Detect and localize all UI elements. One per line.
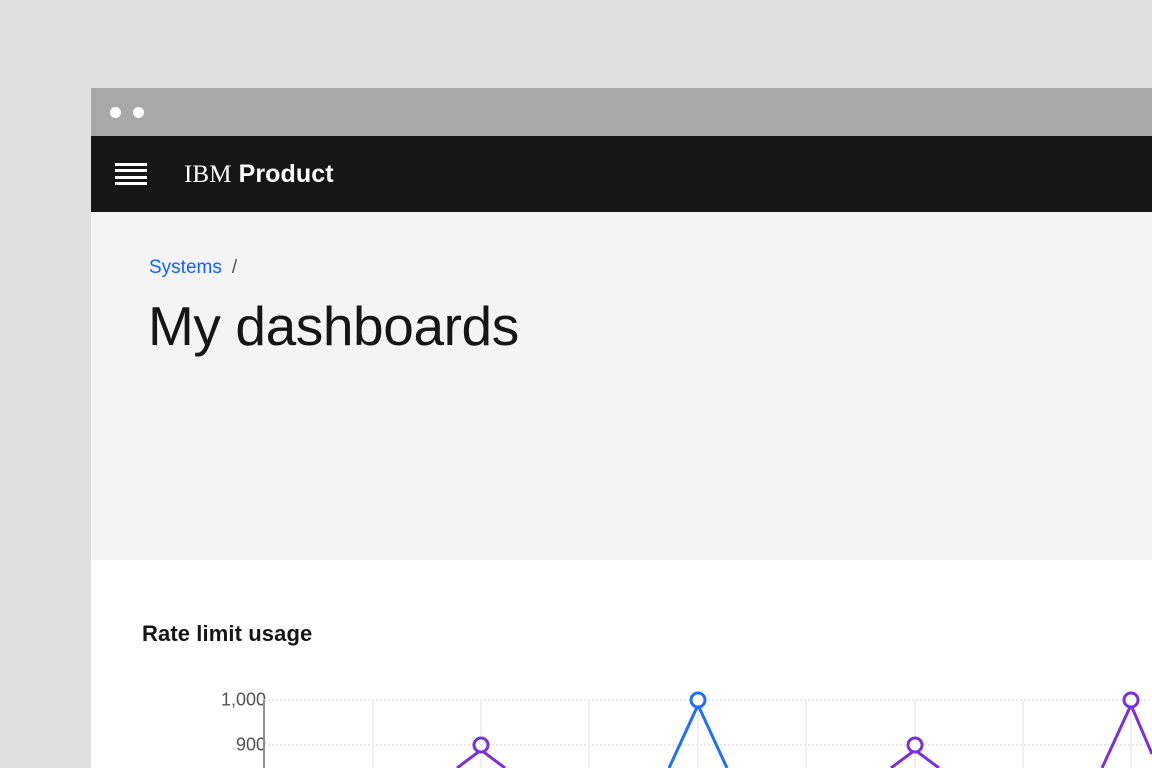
product-name[interactable]: IBM Product: [184, 160, 334, 189]
chart-plot-area: [263, 691, 1152, 768]
series-purple-marker-900-b[interactable]: [906, 736, 924, 754]
series-blue-marker-1000[interactable]: [689, 691, 707, 709]
hamburger-bar-3: [115, 175, 147, 179]
browser-window: IBM Product Systems / My dashboards Rate…: [91, 88, 1152, 768]
hamburger-bar-1: [115, 162, 147, 166]
page-body: Systems / My dashboards Security ✕ Pro: [91, 212, 1152, 691]
breadcrumb-separator: /: [231, 257, 238, 278]
hamburger-bar-4: [115, 182, 147, 186]
series-purple-marker-1000[interactable]: [1122, 691, 1140, 709]
series-purple-line-3: [1100, 701, 1152, 768]
product-name-bold: Product: [238, 159, 334, 188]
window-dot-1[interactable]: [110, 106, 121, 118]
window-dot-2[interactable]: [133, 106, 144, 118]
hamburger-bar-2: [115, 169, 147, 173]
breadcrumb: Systems /: [149, 257, 237, 279]
rate-limit-usage-chart: 1,000 900: [91, 564, 1152, 768]
dashboard-content: Rate limit usage 1,000 900: [91, 564, 1152, 768]
series-purple-marker-900-a[interactable]: [472, 736, 490, 754]
window-titlebar: [91, 88, 1152, 136]
hamburger-menu-icon[interactable]: [91, 136, 171, 212]
product-header: IBM Product: [91, 136, 1152, 212]
product-name-prefix: IBM: [184, 160, 232, 188]
page-title: My dashboards: [148, 295, 519, 357]
hamburger-bars: [115, 162, 147, 186]
breadcrumb-item-systems[interactable]: Systems: [149, 257, 222, 279]
